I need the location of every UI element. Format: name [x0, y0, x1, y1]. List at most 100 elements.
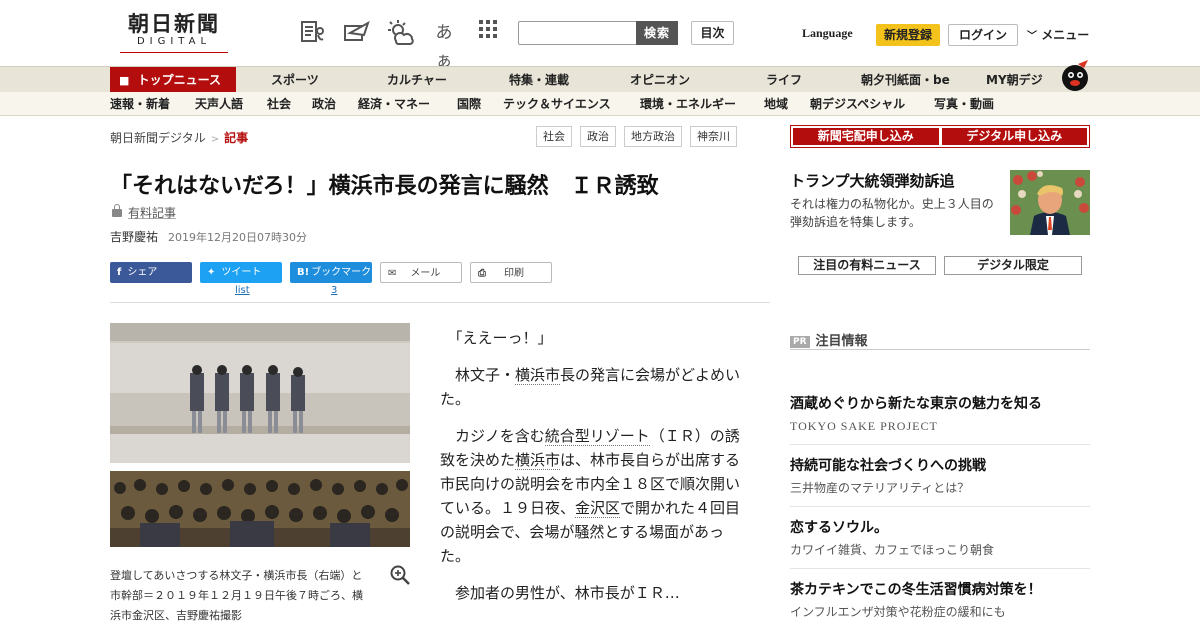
- feature-thumbnail[interactable]: [1010, 170, 1090, 235]
- author-name: 吉野慶祐: [110, 230, 159, 244]
- pr-item-title: 茶カテキンでこの冬生活習慣病対策を！: [790, 582, 1042, 598]
- nav-regional[interactable]: 地域: [764, 92, 788, 116]
- chevron-down-icon: ﹀: [1027, 31, 1037, 42]
- photo-caption: 登壇してあいさつする林文子・横浜市長（右端）と市幹部＝２０１９年１２月１９日午後…: [110, 569, 363, 622]
- menu-button[interactable]: ﹀ メニュー: [1027, 26, 1089, 43]
- share-label: シェア: [127, 267, 158, 278]
- mail-icon: ✉: [388, 268, 397, 279]
- print-button[interactable]: ⎙ 印刷: [470, 262, 552, 283]
- twitter-count[interactable]: list: [235, 285, 250, 296]
- nav-print-edition[interactable]: 朝夕刊紙面・be: [861, 67, 950, 93]
- site-logo[interactable]: 朝日新聞 DIGITAL: [118, 12, 230, 54]
- paragraph: 林文子・横浜市長の発言に会場がどよめいた。: [440, 363, 750, 411]
- breadcrumb: 朝日新聞デジタル > 記事: [110, 129, 248, 146]
- mail-share-button[interactable]: ✉ メール: [380, 262, 462, 283]
- nav-tensei-jingo[interactable]: 天声人語: [195, 92, 243, 116]
- pr-item-title: 恋するソウル。: [790, 520, 888, 536]
- nav-breaking[interactable]: 速報・新着: [110, 92, 170, 116]
- hatena-bookmark-button[interactable]: B! ブックマーク: [290, 262, 372, 283]
- feature-description: それは権力の私物化か。史上３人目の弾劾訴追を特集します。: [790, 197, 994, 229]
- paragraph: 参加者の男性が、林市長がＩＲ…: [440, 581, 750, 605]
- pr-item[interactable]: 茶カテキンでこの冬生活習慣病対策を！ インフルエンザ対策や花粉症の緩和にも: [790, 580, 1090, 622]
- search-button[interactable]: 検索: [636, 21, 678, 45]
- grid-icon[interactable]: [474, 19, 502, 47]
- paid-article-label[interactable]: 有料記事: [112, 204, 176, 221]
- logo-main: 朝日新聞: [128, 11, 220, 36]
- nav-environment[interactable]: 環境・エネルギー: [640, 92, 736, 116]
- nav-my-asadigi[interactable]: MY朝デジ: [986, 67, 1043, 93]
- weather-icon[interactable]: [386, 19, 414, 47]
- digital-exclusive-button[interactable]: デジタル限定: [944, 256, 1082, 275]
- paragraph-text: 林文子・: [455, 366, 516, 384]
- nav-society[interactable]: 社会: [267, 92, 291, 116]
- logo-sub: DIGITAL: [136, 36, 212, 47]
- index-button[interactable]: 目次: [691, 21, 734, 45]
- pr-item-subtitle: インフルエンザ対策や花粉症の緩和にも: [790, 605, 1006, 619]
- nav-sports[interactable]: スポーツ: [271, 67, 319, 93]
- article-body: 「ええーっ！」 林文子・横浜市長の発言に会場がどよめいた。 カジノを含む統合型リ…: [440, 326, 750, 618]
- pr-item[interactable]: 持続可能な社会づくりへの挑戦 三井物産のマテリアリティとは？: [790, 456, 1090, 507]
- twitter-share-button[interactable]: ✦ ツイート: [200, 262, 282, 283]
- nav-features[interactable]: 特集・連載: [509, 67, 569, 93]
- pr-item-subtitle: 三井物産のマテリアリティとは？: [790, 481, 970, 495]
- mascot-icon[interactable]: [1058, 58, 1092, 92]
- paragraph: 「ええーっ！」: [440, 326, 750, 350]
- language-link[interactable]: Language: [802, 26, 853, 41]
- nav-tech-science[interactable]: テック＆サイエンス: [503, 92, 611, 116]
- nav-life[interactable]: ライフ: [766, 67, 802, 93]
- article-photo[interactable]: [110, 323, 410, 547]
- paragraph-text: 「ええーっ！」: [455, 329, 553, 347]
- breadcrumb-separator: >: [210, 134, 220, 145]
- bookmark-label: ブックマーク: [311, 267, 372, 278]
- nav-economy[interactable]: 経済・マネー: [358, 92, 430, 116]
- newspaper-sound-icon[interactable]: [298, 19, 326, 47]
- divider: [790, 568, 1090, 569]
- facebook-share-button[interactable]: f シェア: [110, 262, 192, 283]
- pr-heading-text: 注目情報: [815, 334, 868, 349]
- feature-title[interactable]: トランプ大統領弾劾訴追: [790, 170, 955, 191]
- keyword-link[interactable]: 金沢区: [575, 499, 621, 518]
- nav-politics[interactable]: 政治: [312, 92, 336, 116]
- primary-nav: ■ トップニュース スポーツ カルチャー 特集・連載 オピニオン ライフ 朝夕刊…: [0, 66, 1200, 93]
- keyword-link[interactable]: 横浜市: [515, 366, 561, 385]
- nav-international[interactable]: 国際: [457, 92, 481, 116]
- nav-special[interactable]: 朝デジスペシャル: [810, 92, 905, 116]
- keyword-link[interactable]: 統合型リゾート: [544, 427, 650, 446]
- register-button[interactable]: 新規登録: [876, 24, 940, 46]
- paragraph-text: 参加者の男性が、林市長がＩＲ…: [455, 584, 680, 602]
- twitter-icon: ✦: [207, 267, 216, 278]
- font-size-icon[interactable]: あぁ: [430, 19, 458, 71]
- nav-top-news[interactable]: ■ トップニュース: [110, 67, 236, 93]
- breadcrumb-site[interactable]: 朝日新聞デジタル: [110, 131, 206, 145]
- pr-item-title: 持続可能な社会づくりへの挑戦: [790, 458, 986, 474]
- logo-underline: [120, 52, 228, 53]
- tag-politics[interactable]: 政治: [580, 126, 616, 147]
- nav-opinion[interactable]: オピニオン: [630, 67, 690, 93]
- hatena-count[interactable]: 3: [331, 285, 337, 296]
- featured-paid-news-button[interactable]: 注目の有料ニュース: [798, 256, 936, 275]
- nav-label: トップニュース: [137, 73, 221, 87]
- hatena-icon: B!: [297, 267, 310, 278]
- nav-photo-video[interactable]: 写真・動画: [934, 92, 994, 116]
- subscribe-paper-button[interactable]: 新聞宅配申し込み: [793, 128, 939, 145]
- pr-badge: PR: [790, 335, 810, 348]
- pr-heading: PR 注目情報: [790, 330, 868, 349]
- keyword-link[interactable]: 横浜市: [515, 451, 561, 470]
- zoom-icon[interactable]: [390, 565, 410, 585]
- tag-local-politics[interactable]: 地方政治: [624, 126, 682, 147]
- article-title: 「それはないだろ！」横浜市長の発言に騒然 ＩＲ誘致: [110, 174, 659, 199]
- byline: 吉野慶祐 2019年12月20日07時30分: [110, 228, 307, 245]
- paper-plane-icon[interactable]: [342, 19, 370, 47]
- menu-label: メニュー: [1041, 28, 1090, 42]
- paid-label-text: 有料記事: [128, 206, 177, 220]
- tag-kanagawa[interactable]: 神奈川: [690, 126, 737, 147]
- pr-item[interactable]: 恋するソウル。 カワイイ雑貨、カフェでほっこり朝食: [790, 518, 1090, 569]
- paragraph: カジノを含む統合型リゾート（ＩＲ）の誘致を決めた横浜市は、林市長自らが出席する市…: [440, 424, 750, 568]
- subscribe-buttons: 新聞宅配申し込み デジタル申し込み: [790, 125, 1090, 148]
- login-button[interactable]: ログイン: [948, 24, 1018, 46]
- subscribe-digital-button[interactable]: デジタル申し込み: [941, 128, 1087, 145]
- pr-item[interactable]: 酒蔵めぐりから新たな東京の魅力を知る TOKYO SAKE PROJECT: [790, 394, 1090, 445]
- divider: [110, 302, 770, 303]
- tag-society[interactable]: 社会: [536, 126, 572, 147]
- nav-culture[interactable]: カルチャー: [387, 67, 447, 93]
